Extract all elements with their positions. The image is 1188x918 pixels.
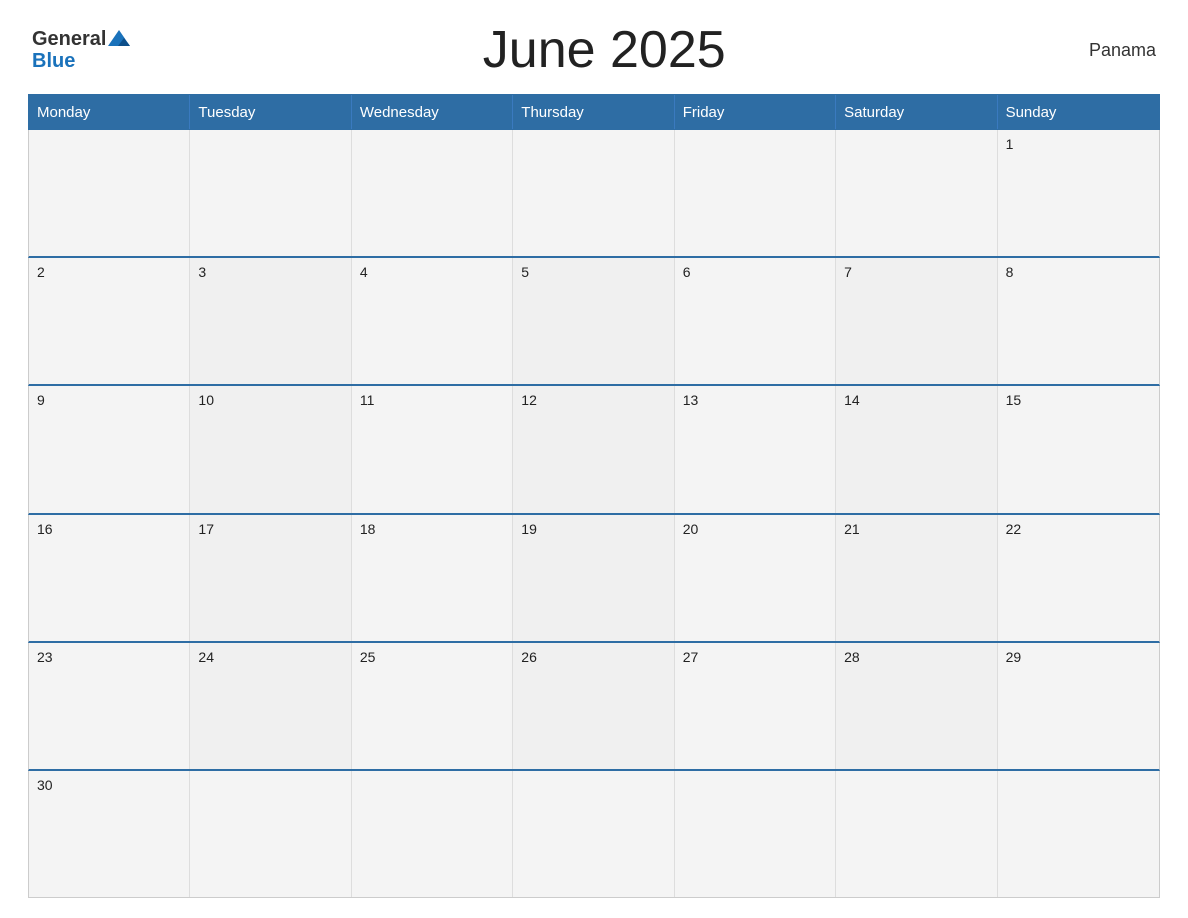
day-number: 20 <box>683 521 699 537</box>
day-cell <box>998 771 1159 897</box>
day-number: 18 <box>360 521 376 537</box>
day-header-monday: Monday <box>29 95 190 129</box>
day-number: 11 <box>360 392 375 408</box>
logo: General Blue <box>32 28 132 72</box>
day-number: 27 <box>683 649 699 665</box>
day-cell: 27 <box>675 643 836 769</box>
day-number: 9 <box>37 392 45 408</box>
day-cell: 29 <box>998 643 1159 769</box>
day-headers: MondayTuesdayWednesdayThursdayFridaySatu… <box>28 94 1160 130</box>
day-cell: 23 <box>29 643 190 769</box>
day-cell: 20 <box>675 515 836 641</box>
day-number: 14 <box>844 392 860 408</box>
day-cell: 9 <box>29 386 190 512</box>
day-cell: 28 <box>836 643 997 769</box>
day-cell: 17 <box>190 515 351 641</box>
logo-icon <box>108 28 130 50</box>
day-number: 22 <box>1006 521 1022 537</box>
country-label: Panama <box>1076 40 1156 61</box>
day-number: 5 <box>521 264 529 280</box>
week-row-5: 23 24 25 26 27 28 29 <box>28 643 1160 771</box>
logo-blue-text: Blue <box>32 50 75 72</box>
day-number: 30 <box>37 777 53 793</box>
week-row-2: 2 3 4 5 6 7 8 <box>28 258 1160 386</box>
day-number: 29 <box>1006 649 1022 665</box>
day-cell <box>513 771 674 897</box>
day-number: 23 <box>37 649 53 665</box>
day-cell: 26 <box>513 643 674 769</box>
day-number: 25 <box>360 649 376 665</box>
day-cell: 6 <box>675 258 836 384</box>
day-number: 19 <box>521 521 537 537</box>
day-header-saturday: Saturday <box>836 95 997 129</box>
day-cell: 13 <box>675 386 836 512</box>
day-cell: 2 <box>29 258 190 384</box>
day-number: 1 <box>1006 136 1014 152</box>
day-cell <box>675 130 836 256</box>
day-cell: 3 <box>190 258 351 384</box>
day-cell: 18 <box>352 515 513 641</box>
day-number: 6 <box>683 264 691 280</box>
day-cell <box>836 130 997 256</box>
day-number: 8 <box>1006 264 1014 280</box>
header: General Blue June 2025 Panama <box>28 20 1160 80</box>
day-number: 10 <box>198 392 214 408</box>
day-number: 3 <box>198 264 206 280</box>
day-header-sunday: Sunday <box>998 95 1159 129</box>
day-number: 24 <box>198 649 214 665</box>
day-number: 15 <box>1006 392 1022 408</box>
day-cell: 12 <box>513 386 674 512</box>
day-cell: 30 <box>29 771 190 897</box>
day-cell: 25 <box>352 643 513 769</box>
day-cell: 10 <box>190 386 351 512</box>
day-cell: 24 <box>190 643 351 769</box>
day-number: 13 <box>683 392 699 408</box>
day-cell: 15 <box>998 386 1159 512</box>
week-row-4: 16 17 18 19 20 21 22 <box>28 515 1160 643</box>
day-cell <box>352 771 513 897</box>
page: General Blue June 2025 Panama MondayTues… <box>0 0 1188 918</box>
weeks: 1234567891011121314151617181920212223242… <box>28 130 1160 898</box>
day-number: 17 <box>198 521 214 537</box>
day-number: 26 <box>521 649 537 665</box>
day-cell: 16 <box>29 515 190 641</box>
day-number: 4 <box>360 264 368 280</box>
day-cell <box>190 130 351 256</box>
day-cell: 7 <box>836 258 997 384</box>
day-cell <box>513 130 674 256</box>
day-number: 2 <box>37 264 45 280</box>
day-cell <box>29 130 190 256</box>
day-number: 16 <box>37 521 53 537</box>
day-header-thursday: Thursday <box>513 95 674 129</box>
day-number: 7 <box>844 264 852 280</box>
calendar: MondayTuesdayWednesdayThursdayFridaySatu… <box>28 94 1160 898</box>
day-cell: 4 <box>352 258 513 384</box>
day-header-tuesday: Tuesday <box>190 95 351 129</box>
day-number: 21 <box>844 521 860 537</box>
day-header-wednesday: Wednesday <box>352 95 513 129</box>
day-number: 28 <box>844 649 860 665</box>
week-row-1: 1 <box>28 130 1160 258</box>
day-cell: 1 <box>998 130 1159 256</box>
day-cell: 22 <box>998 515 1159 641</box>
day-cell <box>675 771 836 897</box>
day-cell: 14 <box>836 386 997 512</box>
day-cell: 11 <box>352 386 513 512</box>
day-cell: 5 <box>513 258 674 384</box>
day-number: 12 <box>521 392 537 408</box>
week-row-6: 30 <box>28 771 1160 898</box>
day-cell: 21 <box>836 515 997 641</box>
day-cell <box>190 771 351 897</box>
week-row-3: 9 10 11 12 13 14 15 <box>28 386 1160 514</box>
day-cell: 19 <box>513 515 674 641</box>
day-cell: 8 <box>998 258 1159 384</box>
day-cell <box>836 771 997 897</box>
day-cell <box>352 130 513 256</box>
calendar-title: June 2025 <box>132 20 1076 80</box>
logo-general-text: General <box>32 28 106 50</box>
day-header-friday: Friday <box>675 95 836 129</box>
